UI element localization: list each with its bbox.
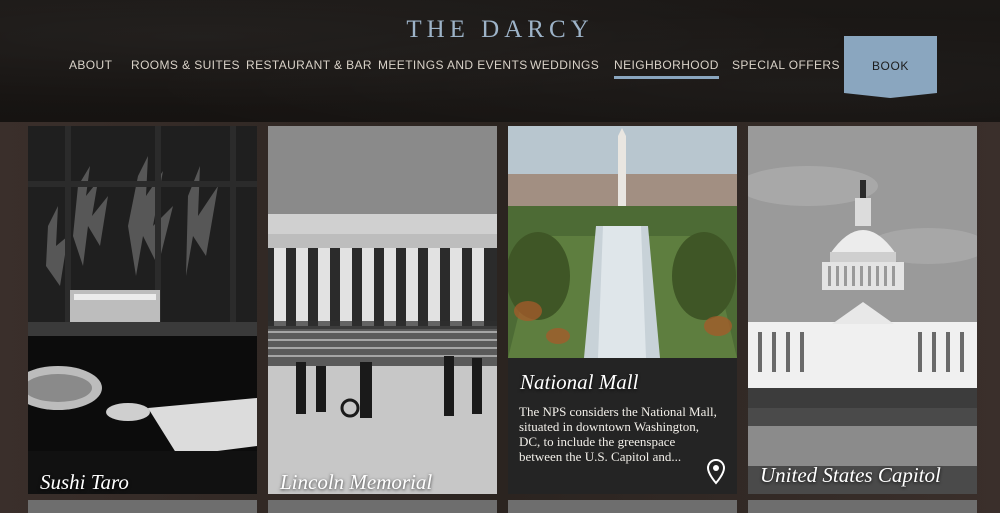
nav-item-neighborhood[interactable]: NEIGHBORHOOD bbox=[614, 58, 719, 79]
card-lincoln-memorial[interactable]: Lincoln Memorial bbox=[268, 126, 497, 494]
nav-item-restaurant-bar[interactable]: RESTAURANT & BAR bbox=[246, 58, 372, 72]
lincoln-memorial-photo bbox=[268, 126, 497, 494]
book-button[interactable]: BOOK bbox=[844, 36, 937, 98]
nav-item-special-offers[interactable]: SPECIAL OFFERS bbox=[732, 58, 840, 72]
card-title: United States Capitol bbox=[760, 463, 941, 487]
next-row-card[interactable] bbox=[268, 500, 497, 513]
sushi-taro-photo bbox=[28, 126, 257, 494]
neighborhood-grid: Sushi Taro Lincoln Memorial National Mal… bbox=[0, 122, 1000, 513]
nav-item-about[interactable]: ABOUT bbox=[69, 58, 112, 72]
card-title: Lincoln Memorial bbox=[280, 470, 433, 494]
nav-item-meetings-events[interactable]: MEETINGS AND EVENTS bbox=[378, 58, 528, 72]
card-us-capitol[interactable]: United States Capitol bbox=[748, 126, 977, 494]
nav-item-rooms-suites[interactable]: ROOMS & SUITES bbox=[131, 58, 240, 72]
card-title: National Mall bbox=[520, 370, 639, 394]
nav-item-weddings[interactable]: WEDDINGS bbox=[530, 58, 599, 72]
site-header: THE DARCY ABOUT ROOMS & SUITES RESTAURAN… bbox=[0, 0, 1000, 122]
us-capitol-photo bbox=[748, 126, 977, 494]
next-row-card[interactable] bbox=[748, 500, 977, 513]
map-pin-icon[interactable] bbox=[706, 459, 726, 485]
card-title: Sushi Taro bbox=[40, 470, 129, 494]
next-row-card[interactable] bbox=[508, 500, 737, 513]
card-description: The NPS considers the National Mall, sit… bbox=[519, 404, 717, 464]
next-row-card[interactable] bbox=[28, 500, 257, 513]
card-sushi-taro[interactable]: Sushi Taro bbox=[28, 126, 257, 494]
card-national-mall[interactable]: National Mall The NPS considers the Nati… bbox=[508, 126, 737, 494]
